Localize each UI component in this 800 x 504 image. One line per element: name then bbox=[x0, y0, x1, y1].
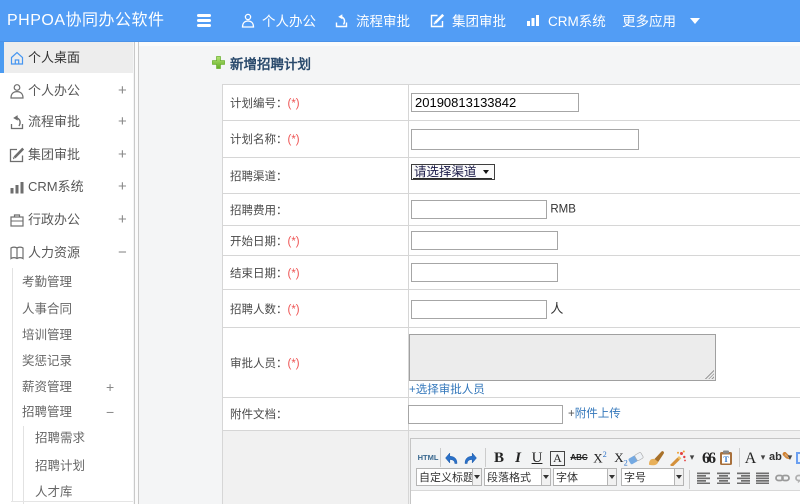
svg-text:T: T bbox=[723, 455, 729, 464]
